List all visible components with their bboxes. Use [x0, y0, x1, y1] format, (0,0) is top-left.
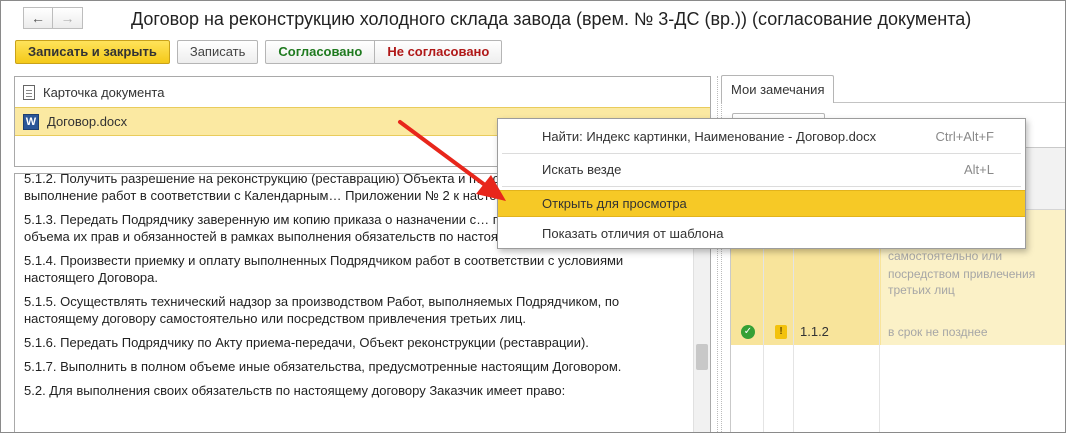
- remark-text: в срок не позднее: [888, 325, 988, 339]
- scrollbar-thumb[interactable]: [696, 344, 708, 370]
- write-and-close-button[interactable]: Записать и закрыть: [15, 40, 170, 64]
- menu-item-label: Найти: Индекс картинки, Наименование - Д…: [542, 129, 877, 144]
- remark-text-line: самостоятельно или: [888, 249, 1003, 263]
- not-approved-button[interactable]: Не согласовано: [375, 40, 503, 64]
- menu-item-show-template-diff[interactable]: Показать отличия от шаблона: [498, 220, 1025, 247]
- paragraph-5-2: 5.2. Для выполнения своих обязательств п…: [24, 383, 566, 398]
- tab-divider: [834, 102, 1065, 103]
- file-item-card[interactable]: Карточка документа: [15, 78, 710, 107]
- context-menu: Найти: Индекс картинки, Наименование - Д…: [497, 118, 1026, 249]
- back-button[interactable]: ←: [23, 7, 53, 29]
- forward-button[interactable]: →: [53, 7, 83, 29]
- arrow-right-icon: →: [60, 10, 75, 26]
- navigation-buttons: ← →: [23, 7, 83, 29]
- paragraph-5-1-4: 5.1.4. Произвести приемку и оплату выпол…: [24, 253, 624, 285]
- paragraph-5-1-7: 5.1.7. Выполнить в полном объеме иные об…: [24, 359, 622, 374]
- menu-item-find[interactable]: Найти: Индекс картинки, Наименование - Д…: [498, 123, 1025, 150]
- menu-item-shortcut: Ctrl+Alt+F: [935, 129, 994, 144]
- command-bar: Записать и закрыть Записать Согласовано …: [15, 40, 503, 64]
- check-icon: ✓: [741, 325, 755, 339]
- file-item-label: Договор.docx: [47, 114, 128, 129]
- approval-buttons: Согласовано Не согласовано: [265, 40, 503, 64]
- remark-text-line: третьих лиц: [888, 283, 955, 297]
- tab-my-remarks[interactable]: Мои замечания: [721, 75, 834, 103]
- remark-text-line: посредством привлечения: [888, 267, 1036, 281]
- arrow-left-icon: ←: [31, 10, 45, 26]
- menu-item-open-for-viewing[interactable]: Открыть для просмотра: [498, 190, 1025, 217]
- warning-icon: !: [775, 325, 787, 339]
- word-icon: W: [23, 113, 39, 130]
- paragraph-5-1-5: 5.1.5. Осуществлять технический надзор з…: [24, 294, 620, 326]
- menu-item-shortcut: Alt+L: [964, 162, 994, 177]
- remarks-row[interactable]: [731, 345, 1065, 375]
- write-button[interactable]: Записать: [176, 40, 259, 64]
- app-window: ← → Договор на реконструкцию холодного с…: [0, 0, 1066, 433]
- window-title: Договор на реконструкцию холодного склад…: [131, 9, 972, 29]
- menu-item-label: Искать везде: [542, 162, 622, 177]
- menu-item-label: Открыть для просмотра: [542, 196, 687, 211]
- document-icon: [23, 85, 35, 100]
- menu-separator: [502, 186, 1021, 187]
- menu-item-search-everywhere[interactable]: Искать везде Alt+L: [498, 156, 1025, 183]
- menu-item-label: Показать отличия от шаблона: [542, 226, 724, 241]
- remark-number: 1.1.2: [800, 324, 829, 339]
- paragraph-5-1-6: 5.1.6. Передать Подрядчику по Акту прием…: [24, 335, 589, 350]
- menu-separator: [502, 153, 1021, 154]
- file-item-label: Карточка документа: [43, 85, 165, 100]
- approved-button[interactable]: Согласовано: [265, 40, 376, 64]
